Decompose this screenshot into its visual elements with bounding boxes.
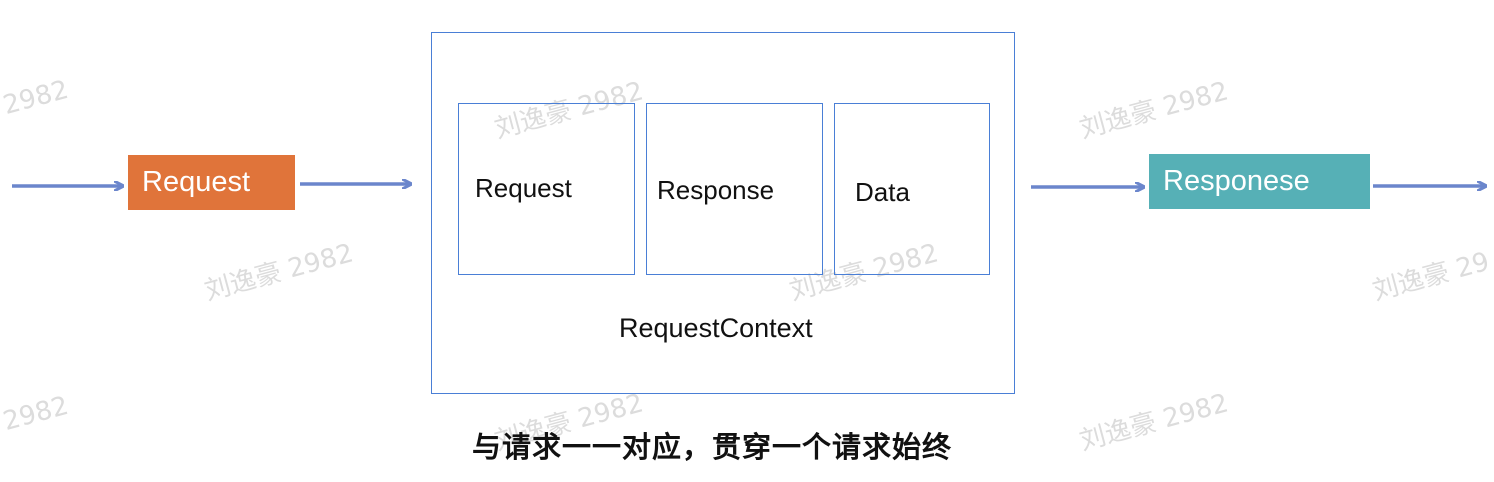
context-item-label: Response: [657, 175, 775, 205]
response-node-label: Responese: [1163, 165, 1310, 197]
request-node-label: Request: [142, 166, 251, 198]
response-node: Responese: [1149, 154, 1370, 209]
context-item-label: Request: [475, 173, 572, 203]
lifecycle-note: 与请求一一对应，贯穿一个请求始终: [472, 430, 953, 464]
request-context-caption: RequestContext: [619, 313, 813, 343]
context-item-data: Data: [834, 103, 990, 275]
request-node: Request: [128, 155, 295, 210]
context-item-response: Response: [646, 103, 823, 275]
context-item-request: Request: [458, 103, 635, 275]
context-item-label: Data: [855, 177, 910, 207]
